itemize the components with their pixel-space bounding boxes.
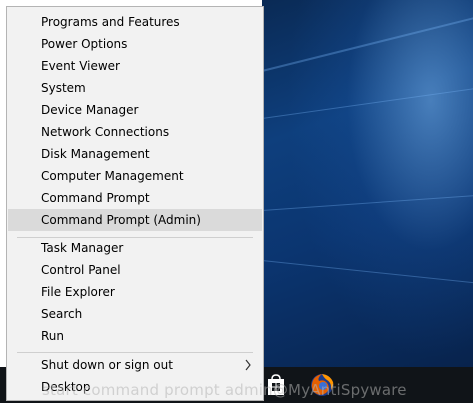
menu-item-label: Device Manager: [41, 103, 139, 117]
menu-item-label: Event Viewer: [41, 59, 120, 73]
menu-item-label: Programs and Features: [41, 15, 180, 29]
quick-link-menu: Programs and Features Power Options Even…: [6, 6, 264, 401]
desktop-wallpaper: [262, 0, 473, 403]
menu-item-power-options[interactable]: Power Options: [8, 33, 262, 55]
menu-item-search[interactable]: Search: [8, 303, 262, 325]
menu-item-file-explorer[interactable]: File Explorer: [8, 281, 262, 303]
menu-item-shut-down-or-sign-out[interactable]: Shut down or sign out: [8, 354, 262, 376]
menu-item-label: Disk Management: [41, 147, 150, 161]
menu-item-label: Run: [41, 329, 65, 343]
menu-item-label: Power Options: [41, 37, 128, 51]
menu-item-label: Control Panel: [41, 263, 121, 277]
menu-item-label: Computer Management: [41, 169, 184, 183]
menu-item-programs-and-features[interactable]: Programs and Features: [8, 11, 262, 33]
menu-item-label: Search: [41, 307, 83, 321]
menu-item-event-viewer[interactable]: Event Viewer: [8, 55, 262, 77]
menu-item-label: Task Manager: [41, 241, 124, 255]
menu-item-label: Shut down or sign out: [41, 358, 173, 372]
menu-separator: [17, 352, 253, 353]
menu-item-label: File Explorer: [41, 285, 115, 299]
menu-item-task-manager[interactable]: Task Manager: [8, 237, 262, 259]
menu-item-system[interactable]: System: [8, 77, 262, 99]
menu-item-computer-management[interactable]: Computer Management: [8, 165, 262, 187]
menu-item-device-manager[interactable]: Device Manager: [8, 99, 262, 121]
menu-item-label: System: [41, 81, 86, 95]
menu-item-network-connections[interactable]: Network Connections: [8, 121, 262, 143]
menu-item-label: Network Connections: [41, 125, 170, 139]
menu-item-run[interactable]: Run: [8, 325, 262, 347]
menu-item-command-prompt-admin[interactable]: Command Prompt (Admin): [8, 209, 262, 231]
menu-item-command-prompt[interactable]: Command Prompt: [8, 187, 262, 209]
menu-item-label: Command Prompt: [41, 191, 150, 205]
menu-item-disk-management[interactable]: Disk Management: [8, 143, 262, 165]
menu-item-control-panel[interactable]: Control Panel: [8, 259, 262, 281]
screen: Programs and Features Power Options Even…: [0, 0, 473, 403]
watermark-text: start command prompt admin@MyAntiSpyware: [42, 381, 407, 399]
menu-item-label: Command Prompt (Admin): [41, 213, 201, 227]
